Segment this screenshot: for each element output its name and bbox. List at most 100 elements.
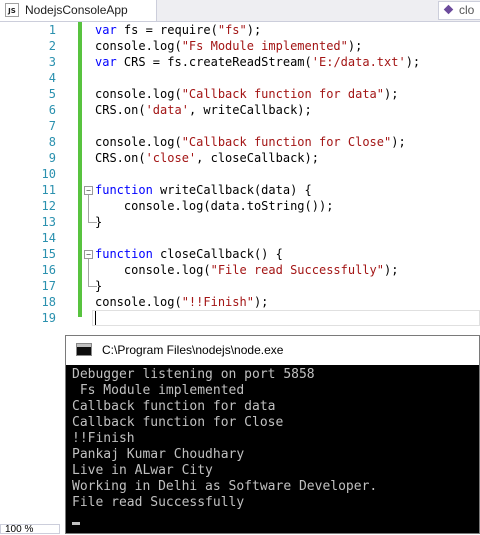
line-number: 13: [41, 215, 56, 229]
console-output-line: Live in ALwar City: [72, 463, 213, 478]
code-token: );: [347, 39, 363, 53]
line-number: 2: [48, 39, 56, 53]
code-token: console.log(data.toString());: [95, 199, 334, 213]
console-output: Debugger listening on port 5858 Fs Modul…: [72, 367, 377, 525]
change-tracking-bar: [78, 22, 82, 317]
console-app-icon: [76, 343, 92, 356]
code-token: var: [95, 55, 117, 69]
code-line[interactable]: }: [95, 214, 420, 230]
console-title-bar[interactable]: C:\Program Files\nodejs\node.exe: [66, 336, 479, 365]
tab-nodejsconsoleapp[interactable]: JS NodejsConsoleApp: [0, 0, 157, 21]
line-number: 8: [48, 135, 56, 149]
console-output-line: Working in Delhi as Software Developer.: [72, 479, 378, 494]
line-number: 15: [41, 247, 56, 261]
code-token: closeCallback() {: [152, 247, 283, 261]
code-token: 'E:/data.txt': [311, 55, 406, 69]
code-token: var: [95, 23, 117, 37]
zoom-level-dropdown[interactable]: 100 %: [0, 524, 60, 535]
line-number: 17: [41, 279, 56, 293]
code-line[interactable]: [95, 118, 420, 134]
code-line[interactable]: [95, 310, 420, 326]
tab-title: NodejsConsoleApp: [25, 3, 128, 17]
code-line[interactable]: [95, 230, 420, 246]
code-token: fs = require(: [116, 23, 218, 37]
code-line[interactable]: console.log("Callback function for data"…: [95, 86, 420, 102]
code-line[interactable]: console.log("Fs Module implemented");: [95, 38, 420, 54]
code-token: "Callback function for Close": [181, 135, 392, 149]
code-token: 'close': [145, 151, 197, 165]
code-token: );: [391, 135, 406, 149]
code-token: "File read Successfully": [210, 263, 384, 277]
console-output-line: Callback function for data: [72, 399, 276, 414]
code-token: , closeCallback);: [196, 151, 319, 165]
line-number: 18: [41, 295, 56, 309]
line-number: 4: [48, 71, 56, 85]
code-token: CRS.on(: [95, 151, 146, 165]
code-token: );: [383, 263, 399, 277]
collapse-toggle-writecallback[interactable]: −: [84, 186, 93, 195]
console-cursor: [72, 522, 80, 525]
code-token: console.log(: [95, 39, 182, 53]
line-number: 16: [41, 263, 56, 277]
code-token: , writeCallback);: [188, 103, 312, 117]
outline-guide: [88, 259, 89, 286]
code-token: CRS = fs.createReadStream(: [116, 55, 312, 69]
code-token: writeCallback(data) {: [152, 183, 312, 197]
code-token: "Fs Module implemented": [181, 39, 348, 53]
code-line[interactable]: console.log("Callback function for Close…: [95, 134, 420, 150]
document-tab-strip: JS NodejsConsoleApp clo: [0, 0, 480, 22]
console-output-line: Debugger listening on port 5858: [72, 367, 315, 382]
line-number: 7: [48, 119, 56, 133]
line-number: 9: [48, 151, 56, 165]
code-token: "Callback function for data": [181, 87, 384, 101]
line-number: 1: [48, 23, 56, 37]
method-icon: [443, 4, 454, 15]
code-line[interactable]: }: [95, 278, 420, 294]
code-line[interactable]: function closeCallback() {: [95, 246, 420, 262]
code-line[interactable]: [95, 70, 420, 86]
code-token: CRS.on(: [95, 103, 146, 117]
code-line[interactable]: console.log("!!Finish");: [95, 294, 420, 310]
code-token: function: [95, 183, 153, 197]
console-window[interactable]: C:\Program Files\nodejs\node.exe Debugge…: [65, 335, 480, 534]
code-token: );: [246, 23, 262, 37]
console-output-line: Fs Module implemented: [72, 383, 245, 398]
line-number: 14: [41, 231, 56, 245]
console-output-line: File read Successfully: [72, 495, 245, 510]
code-token: }: [95, 215, 103, 229]
console-output-line: Callback function for Close: [72, 415, 284, 430]
console-output-line: !!Finish: [72, 431, 135, 446]
outline-guide: [88, 195, 89, 222]
console-output-line: Pankaj Kumar Choudhary: [72, 447, 245, 462]
code-token: );: [384, 87, 399, 101]
collapse-toggle-closecallback[interactable]: −: [84, 250, 93, 259]
code-token: );: [253, 295, 269, 309]
code-token: console.log(: [95, 87, 182, 101]
code-line[interactable]: [95, 166, 420, 182]
line-number: 6: [48, 103, 56, 117]
code-line[interactable]: CRS.on('data', writeCallback);: [95, 102, 420, 118]
line-number: 10: [41, 167, 56, 181]
code-text[interactable]: var fs = require("fs"); console.log("Fs M…: [95, 22, 420, 326]
code-token: "!!Finish": [181, 295, 254, 309]
code-line[interactable]: function writeCallback(data) {: [95, 182, 420, 198]
code-token: 'data': [145, 103, 189, 117]
code-editor[interactable]: 1 2 3 4 5 6 7 8 9 10 11 12 13 14 15 16 17 18 19 − − var fs…: [0, 22, 480, 334]
code-token: function: [95, 247, 153, 261]
code-token: console.log(: [95, 135, 182, 149]
code-token: }: [95, 279, 103, 293]
line-number: 19: [41, 311, 56, 325]
code-line[interactable]: var CRS = fs.createReadStream('E:/data.t…: [95, 54, 420, 70]
code-token: );: [405, 55, 421, 69]
code-line[interactable]: var fs = require("fs");: [95, 22, 420, 38]
code-line[interactable]: console.log("File read Successfully");: [95, 262, 420, 278]
code-token: "fs": [217, 23, 247, 37]
code-token: console.log(: [95, 295, 182, 309]
line-number: 5: [48, 87, 56, 101]
member-dropdown-value: clo: [459, 3, 475, 17]
member-dropdown[interactable]: clo: [438, 1, 480, 20]
code-line[interactable]: console.log(data.toString());: [95, 198, 420, 214]
code-line[interactable]: CRS.on('close', closeCallback);: [95, 150, 420, 166]
line-number: 12: [41, 199, 56, 213]
code-token: console.log(: [95, 263, 211, 277]
